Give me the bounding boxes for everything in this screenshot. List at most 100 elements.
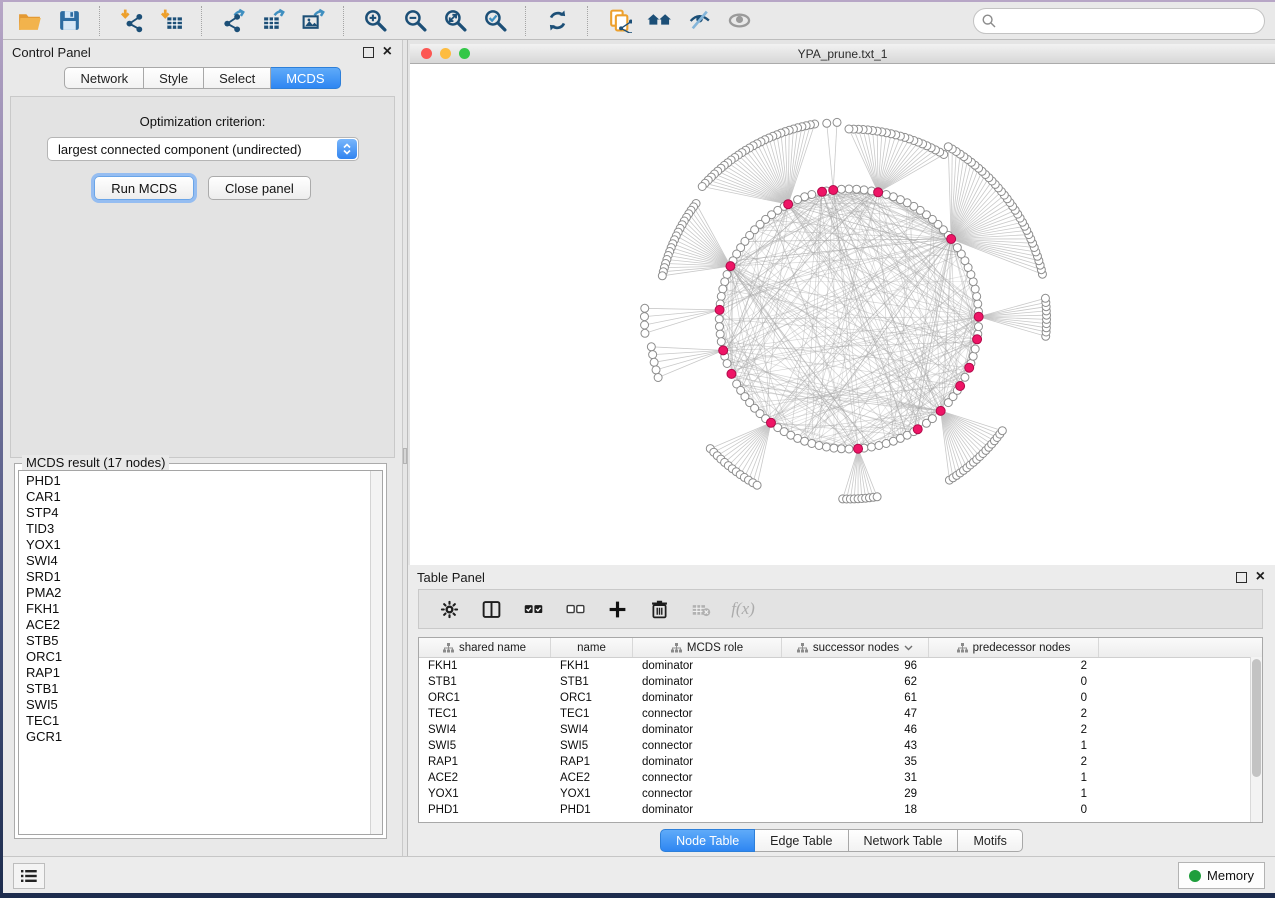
table-cell: 31 [782,772,929,784]
delete-icon [649,599,670,620]
zoom-fit-button[interactable] [435,5,475,37]
column-header-predecessor-nodes[interactable]: predecessor nodes [929,638,1099,657]
refresh-icon [545,8,570,33]
table-cell: 2 [929,756,1099,768]
save-button[interactable] [49,5,89,37]
zoom-selected-button[interactable] [475,5,515,37]
deselect-all-button[interactable] [557,593,593,625]
export-table-button[interactable] [253,5,293,37]
delete-table-button [683,593,719,625]
optimization-criterion-select[interactable]: largest connected component (undirected) [47,137,359,161]
select-all-button[interactable] [515,593,551,625]
table-row[interactable]: FKH1FKH1dominator962 [419,658,1262,674]
mcds-result-item[interactable]: SRD1 [19,569,370,585]
table-tabs: Node TableEdge TableNetwork TableMotifs [408,829,1275,852]
close-panel-icon[interactable]: × [383,47,392,57]
table-cell: connector [633,740,782,752]
column-header-shared-name[interactable]: shared name [419,638,551,657]
table-row[interactable]: RAP1RAP1dominator352 [419,754,1262,770]
tab-style[interactable]: Style [144,67,204,89]
import-network-button[interactable] [111,5,151,37]
mcds-result-item[interactable]: TID3 [19,521,370,537]
task-history-button[interactable] [13,863,45,889]
table-row[interactable]: STB1STB1dominator620 [419,674,1262,690]
table-panel-header: Table Panel × [408,565,1275,589]
tab-select[interactable]: Select [204,67,271,89]
node-table[interactable]: shared namenameMCDS rolesuccessor nodesp… [418,637,1263,823]
network-window-titlebar[interactable]: YPA_prune.txt_1 [410,44,1275,64]
mcds-result-item[interactable]: YOX1 [19,537,370,553]
tab-network-table[interactable]: Network Table [849,829,959,852]
table-cell: ORC1 [551,692,633,704]
mcds-result-item[interactable]: FKH1 [19,601,370,617]
float-panel-icon[interactable] [363,47,374,58]
mcds-result-item[interactable]: TEC1 [19,713,370,729]
export-image-button[interactable] [293,5,333,37]
add-icon [607,599,628,620]
table-scrollbar[interactable] [1250,657,1262,822]
settings-button[interactable] [431,593,467,625]
table-cell: RAP1 [419,756,551,768]
hide-selected-button[interactable] [679,5,719,37]
column-header-name[interactable]: name [551,638,633,657]
table-row[interactable]: SWI4SWI4dominator462 [419,722,1262,738]
zoom-in-button[interactable] [355,5,395,37]
table-cell: PHD1 [551,804,633,816]
mcds-result-item[interactable]: ORC1 [19,649,370,665]
refresh-button[interactable] [537,5,577,37]
table-row[interactable]: SWI5SWI5connector431 [419,738,1262,754]
table-row[interactable]: ACE2ACE2connector311 [419,770,1262,786]
export-network-icon [221,8,246,33]
tab-network[interactable]: Network [64,67,144,89]
mcds-result-item[interactable]: GCR1 [19,729,370,745]
tab-edge-table[interactable]: Edge Table [755,829,848,852]
import-table-button[interactable] [151,5,191,37]
memory-button[interactable]: Memory [1178,862,1265,889]
add-button[interactable] [599,593,635,625]
mcds-result-item[interactable]: PMA2 [19,585,370,601]
table-cell: FKH1 [419,660,551,672]
mcds-result-item[interactable]: RAP1 [19,665,370,681]
mcds-result-item[interactable]: STP4 [19,505,370,521]
run-mcds-button[interactable]: Run MCDS [94,176,194,200]
mcds-result-list[interactable]: PHD1CAR1STP4TID3YOX1SWI4SRD1PMA2FKH1ACE2… [18,470,383,835]
home-button[interactable] [639,5,679,37]
toolbar-separator [201,6,203,36]
table-cell: dominator [633,804,782,816]
mcds-result-groupbox: MCDS result (17 nodes) PHD1CAR1STP4TID3Y… [14,463,387,839]
tab-mcds[interactable]: MCDS [271,67,340,89]
show-all-button[interactable] [719,5,759,37]
table-scrollbar-thumb[interactable] [1252,659,1261,777]
tab-node-table[interactable]: Node Table [660,829,755,852]
settings-icon [439,599,460,620]
table-row[interactable]: TEC1TEC1connector472 [419,706,1262,722]
float-table-panel-icon[interactable] [1236,572,1247,583]
mcds-result-item[interactable]: STB1 [19,681,370,697]
network-canvas[interactable] [410,64,1275,567]
mcds-result-item[interactable]: SWI4 [19,553,370,569]
delete-button[interactable] [641,593,677,625]
table-cell: 46 [782,724,929,736]
open-button[interactable] [9,5,49,37]
column-header-successor-nodes[interactable]: successor nodes [782,638,929,657]
zoom-out-button[interactable] [395,5,435,37]
table-row[interactable]: PHD1PHD1dominator180 [419,802,1262,818]
mcds-result-item[interactable]: ACE2 [19,617,370,633]
mcds-list-scrollbar[interactable] [370,471,382,834]
table-cell: 43 [782,740,929,752]
table-row[interactable]: ORC1ORC1dominator610 [419,690,1262,706]
mcds-result-item[interactable]: PHD1 [19,473,370,489]
duplicate-network-button[interactable] [599,5,639,37]
table-row[interactable]: YOX1YOX1connector291 [419,786,1262,802]
tab-motifs[interactable]: Motifs [958,829,1022,852]
search-input[interactable] [973,8,1265,34]
table-cell: dominator [633,660,782,672]
column-header-MCDS-role[interactable]: MCDS role [633,638,782,657]
close-panel-button[interactable]: Close panel [208,176,311,200]
columns-button[interactable] [473,593,509,625]
close-table-panel-icon[interactable]: × [1256,572,1265,582]
mcds-result-item[interactable]: CAR1 [19,489,370,505]
export-network-button[interactable] [213,5,253,37]
mcds-result-item[interactable]: SWI5 [19,697,370,713]
mcds-result-item[interactable]: STB5 [19,633,370,649]
